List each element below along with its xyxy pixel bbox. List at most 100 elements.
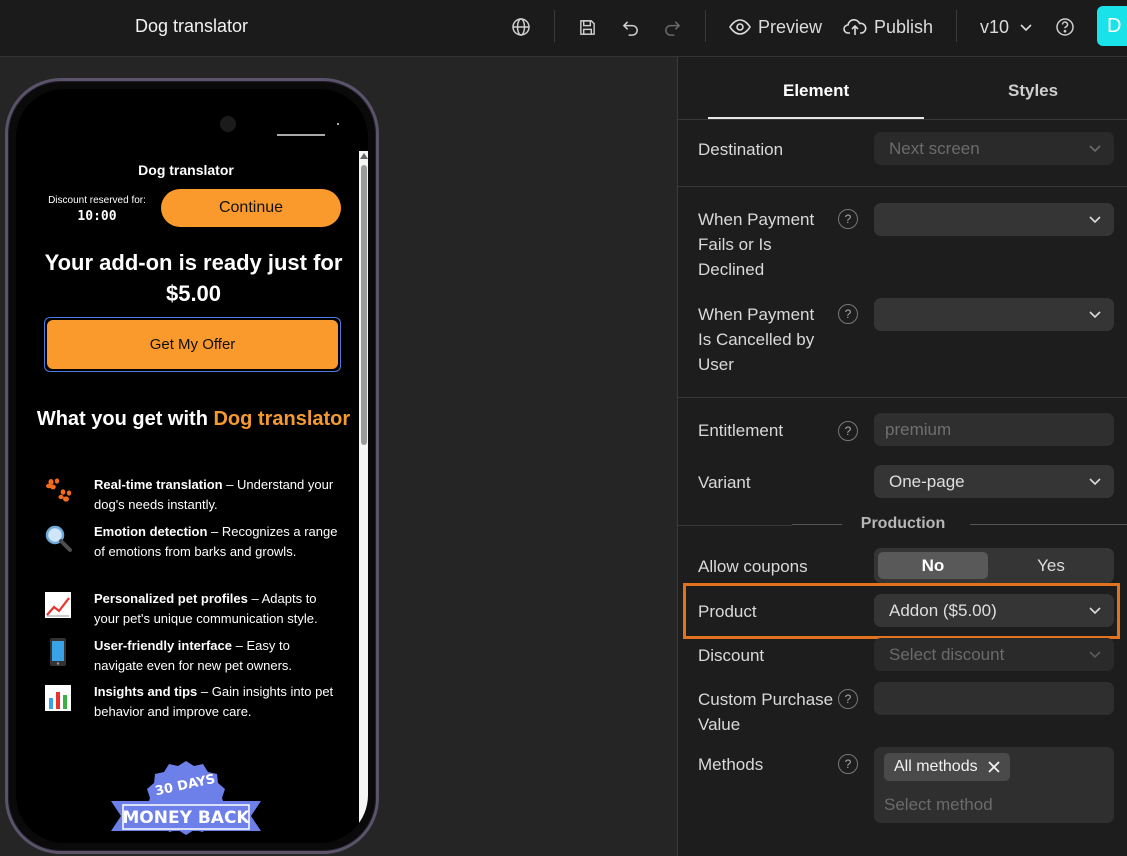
- coupons-no-option[interactable]: No: [878, 552, 988, 579]
- avatar[interactable]: D: [1097, 6, 1127, 46]
- section-line: [970, 524, 1127, 525]
- status-dot: [337, 123, 339, 125]
- payment-fails-label: When Payment Fails or Is Declined: [698, 210, 815, 279]
- phone-camera: [220, 116, 236, 132]
- discount-timer: Discount reserved for: 10:00: [42, 195, 152, 224]
- toolbar-divider: [956, 10, 957, 42]
- scroll-up-arrow[interactable]: [360, 153, 368, 159]
- feature-text: User-friendly interface – Easy to naviga…: [94, 638, 293, 673]
- money-back-badge: 30 DAYS MONEY BACK: [111, 761, 261, 835]
- coupons-label: Allow coupons: [698, 557, 808, 576]
- chevron-down-icon: [1020, 24, 1032, 32]
- feature-item: Real-time translation – Understand your …: [42, 475, 342, 515]
- help-icon[interactable]: ?: [838, 209, 858, 229]
- badge-main-text: MONEY BACK: [122, 808, 250, 828]
- variant-select[interactable]: One-page: [874, 465, 1114, 498]
- methods-chip-label: All methods: [894, 758, 978, 775]
- chart-up-icon: [42, 589, 74, 621]
- version-selector[interactable]: v10: [980, 14, 1033, 40]
- variant-label: Variant: [698, 473, 751, 492]
- product-value: Addon ($5.00): [889, 600, 997, 620]
- continue-button[interactable]: Continue: [161, 189, 341, 227]
- preview-label: Preview: [758, 16, 823, 37]
- discount-select[interactable]: Select discount: [874, 638, 1114, 671]
- features-heading-accent: Dog translator: [213, 408, 351, 430]
- paw-icon: [42, 475, 74, 507]
- top-bar: Dog translator Preview Publish v10 D: [0, 0, 1127, 57]
- phone-screen: Dog translator Discount reserved for: 10…: [16, 89, 368, 843]
- timer-value: 10:00: [77, 209, 117, 224]
- discount-placeholder: Select discount: [889, 644, 1005, 664]
- publish-button[interactable]: Publish: [843, 14, 933, 40]
- tab-styles[interactable]: Styles: [1008, 81, 1058, 101]
- help-icon[interactable]: ?: [838, 421, 858, 441]
- methods-multiselect[interactable]: All methods Select method: [874, 747, 1114, 823]
- publish-label: Publish: [874, 16, 934, 37]
- destination-value: Next screen: [889, 138, 980, 158]
- help-icon[interactable]: ?: [838, 754, 858, 774]
- phone-preview: Dog translator Discount reserved for: 10…: [5, 78, 379, 854]
- feature-text: Emotion detection – Recognizes a range o…: [94, 524, 338, 559]
- offer-headline: Your add-on is ready just for $5.00: [44, 250, 343, 306]
- app-title: Dog translator: [135, 16, 249, 36]
- coupons-yes-option[interactable]: Yes: [992, 552, 1110, 579]
- feature-item: Insights and tips – Gain insights into p…: [42, 682, 342, 722]
- coupons-toggle: No Yes: [874, 548, 1114, 583]
- payment-cancelled-select[interactable]: [874, 298, 1114, 331]
- offer-button-selection[interactable]: Get My Offer: [44, 317, 341, 372]
- status-indicator: [277, 134, 325, 136]
- chevron-down-icon: [1089, 145, 1101, 153]
- toolbar-divider: [554, 10, 555, 42]
- feature-text: Personalized pet profiles – Adapts to yo…: [94, 591, 318, 626]
- product-select[interactable]: Addon ($5.00): [874, 594, 1114, 627]
- cloud-upload-icon: [843, 19, 867, 35]
- payment-fails-select[interactable]: [874, 203, 1114, 236]
- divider: [678, 186, 1127, 187]
- scroll-thumb[interactable]: [361, 165, 367, 445]
- chevron-down-icon: [1089, 478, 1101, 486]
- destination-select[interactable]: Next screen: [874, 132, 1114, 165]
- globe-icon[interactable]: [508, 14, 534, 40]
- panel-tabs: Element Styles: [678, 57, 1127, 119]
- features-heading: What you get with Dog translator: [16, 406, 368, 433]
- chevron-down-icon: [1089, 311, 1101, 319]
- get-offer-button[interactable]: Get My Offer: [47, 320, 338, 369]
- feature-item: Personalized pet profiles – Adapts to yo…: [42, 589, 342, 629]
- divider: [678, 397, 1127, 398]
- help-icon[interactable]: [1052, 14, 1078, 40]
- toolbar-divider: [705, 10, 706, 42]
- entitlement-label: Entitlement: [698, 421, 784, 440]
- redo-icon[interactable]: [659, 14, 685, 40]
- entitlement-input[interactable]: premium: [874, 413, 1114, 446]
- bar-chart-icon: [42, 682, 74, 714]
- properties-panel: Element Styles Destination Next screen W…: [677, 57, 1127, 856]
- methods-label: Methods: [698, 755, 764, 774]
- destination-label: Destination: [698, 140, 784, 159]
- phone-page-title: Dog translator: [138, 162, 234, 178]
- payment-cancelled-label: When Payment Is Cancelled by User: [698, 305, 815, 374]
- phone-icon: [42, 636, 74, 668]
- help-icon[interactable]: ?: [838, 689, 858, 709]
- save-icon[interactable]: [574, 14, 600, 40]
- eye-icon: [729, 19, 751, 35]
- custom-value-input[interactable]: [874, 682, 1114, 715]
- magnifier-icon: [42, 522, 74, 554]
- phone-scrollbar[interactable]: [359, 151, 368, 843]
- discount-label: Discount reserved for:: [48, 195, 146, 206]
- feature-text: Insights and tips – Gain insights into p…: [94, 684, 334, 719]
- tab-element[interactable]: Element: [783, 81, 849, 101]
- preview-button[interactable]: Preview: [729, 14, 822, 40]
- custom-value-label: Custom Purchase Value: [698, 690, 834, 734]
- feature-item: User-friendly interface – Easy to naviga…: [42, 636, 342, 676]
- feature-text: Real-time translation – Understand your …: [94, 477, 334, 512]
- methods-placeholder: Select method: [884, 795, 993, 814]
- chevron-down-icon: [1089, 607, 1101, 615]
- variant-value: One-page: [889, 471, 965, 491]
- undo-icon[interactable]: [617, 14, 643, 40]
- close-icon[interactable]: [987, 760, 1001, 774]
- discount-label: Discount: [698, 646, 765, 665]
- chevron-down-icon: [1089, 651, 1101, 659]
- chevron-down-icon: [1089, 216, 1101, 224]
- help-icon[interactable]: ?: [838, 304, 858, 324]
- methods-chip: All methods: [884, 753, 1010, 781]
